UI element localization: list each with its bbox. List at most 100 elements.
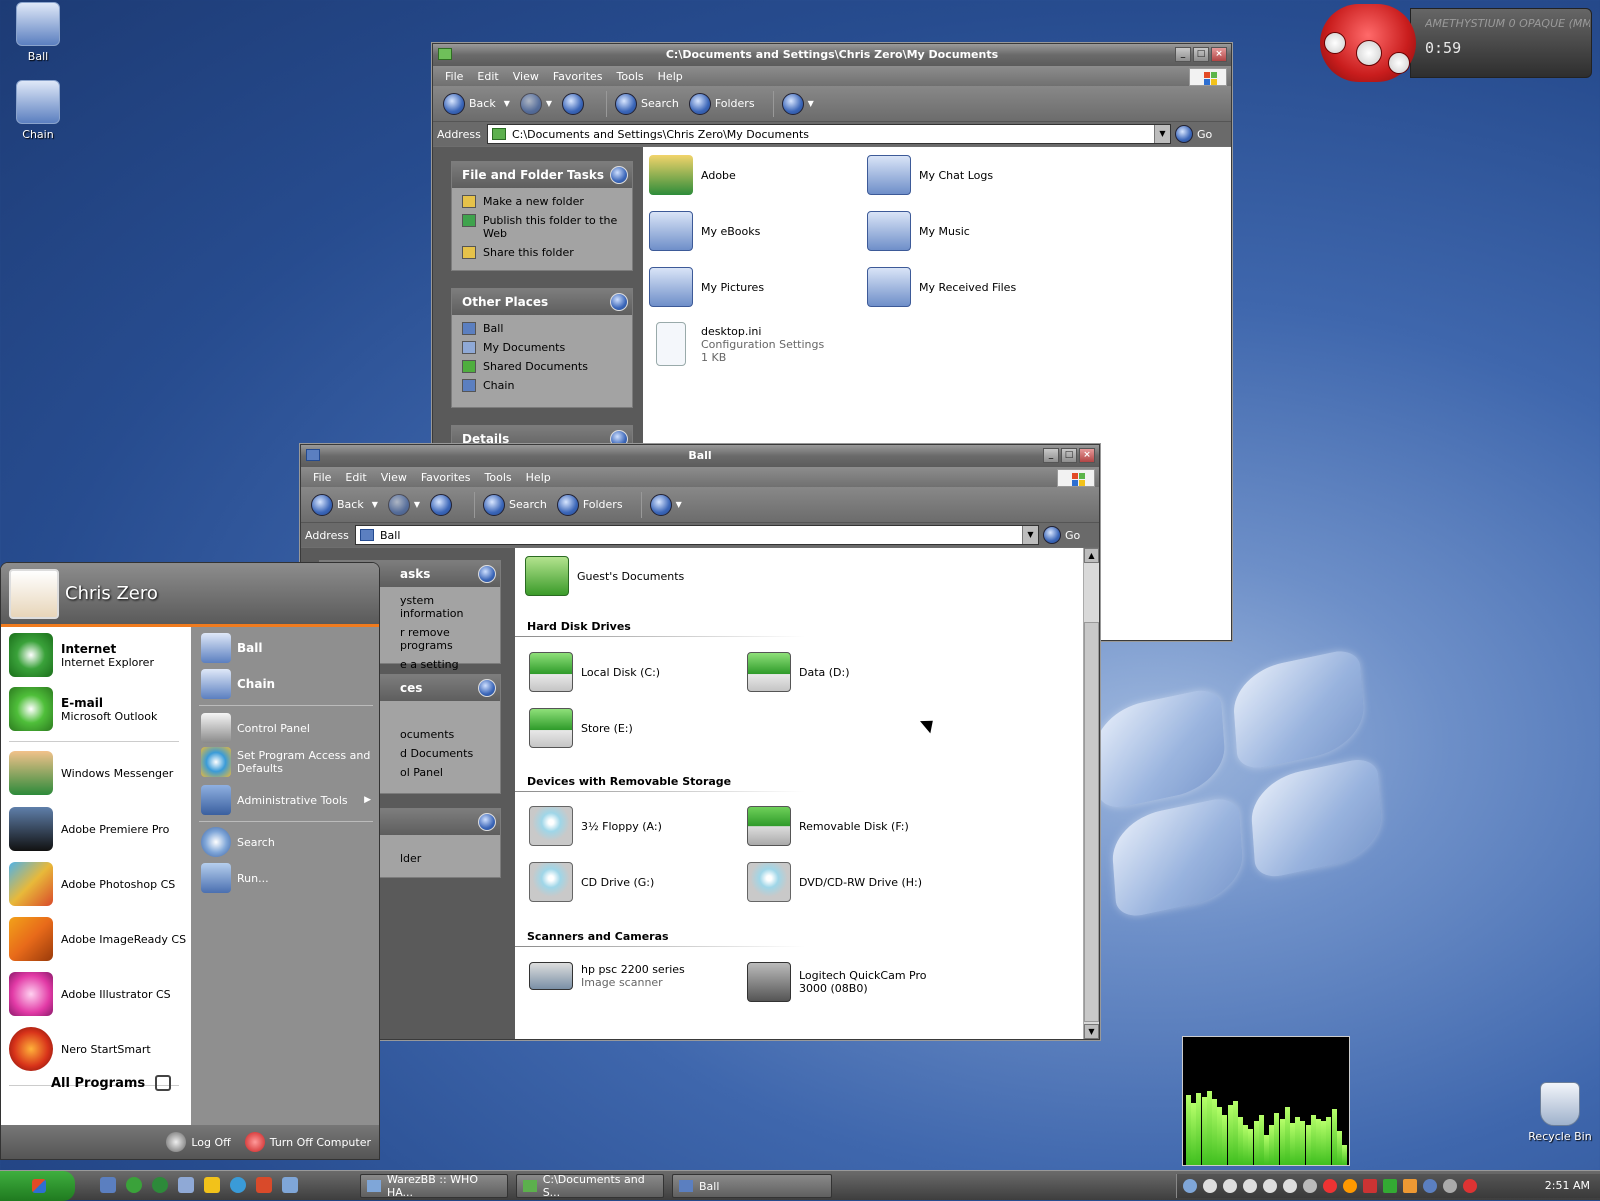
chevron-down-icon[interactable]: ▼ <box>414 500 420 509</box>
chevron-down-icon[interactable]: ▼ <box>1022 526 1038 544</box>
collapse-icon[interactable] <box>478 679 496 697</box>
search-button[interactable]: Search <box>615 92 679 115</box>
menu-view[interactable]: View <box>381 471 407 484</box>
place-chain[interactable]: Chain <box>452 376 632 395</box>
menu-tools[interactable]: Tools <box>485 471 512 484</box>
folders-button[interactable]: Folders <box>688 92 755 115</box>
list-item[interactable]: CD Drive (G:) <box>529 862 654 902</box>
player-tray-icon[interactable] <box>1183 1179 1197 1193</box>
log-off-button[interactable]: Log Off <box>166 1132 231 1152</box>
app-icon[interactable] <box>282 1177 298 1193</box>
place-ball[interactable]: Ball <box>452 319 632 338</box>
tray-app-icon[interactable] <box>1323 1179 1337 1193</box>
list-item[interactable]: Data (D:) <box>747 652 850 692</box>
media-player[interactable]: AMETHYSTIUM 0 OPAQUE (MMS) 0:59 <box>1320 4 1592 82</box>
folders-button[interactable]: Folders <box>556 493 623 516</box>
menu-favorites[interactable]: Favorites <box>421 471 471 484</box>
back-button[interactable]: Back ▼ <box>443 92 510 115</box>
media-icon[interactable] <box>230 1177 246 1193</box>
list-item[interactable]: hp psc 2200 series Image scanner <box>529 962 685 990</box>
list-item[interactable]: desktop.ini Configuration Settings 1 KB <box>649 322 824 366</box>
start-item-internet[interactable]: Internet Internet Explorer <box>9 633 154 677</box>
tray-app-icon[interactable] <box>1463 1179 1477 1193</box>
tray-app-icon[interactable] <box>1343 1179 1357 1193</box>
previous-icon[interactable] <box>1243 1179 1257 1193</box>
menu-help[interactable]: Help <box>526 471 551 484</box>
start-button[interactable] <box>0 1171 75 1201</box>
up-button[interactable] <box>562 92 588 115</box>
list-item[interactable]: My Received Files <box>867 267 1016 307</box>
menu-tools[interactable]: Tools <box>617 70 644 83</box>
list-item[interactable]: Guest's Documents <box>525 556 684 596</box>
vertical-scrollbar[interactable]: ▲ ▼ <box>1083 548 1099 1039</box>
maximize-button[interactable]: □ <box>1061 448 1077 463</box>
task-button-browser[interactable]: WarezBB :: WHO HA... <box>360 1173 508 1199</box>
messenger-icon[interactable] <box>152 1177 168 1193</box>
start-item-email[interactable]: E-mail Microsoft Outlook <box>9 687 157 731</box>
tray-app-icon[interactable] <box>1443 1179 1457 1193</box>
internet-explorer-icon[interactable] <box>126 1177 142 1193</box>
task-publish-folder[interactable]: Publish this folder to the Web <box>452 211 632 243</box>
title-bar[interactable]: Ball _ □ × <box>301 445 1099 467</box>
chevron-down-icon[interactable]: ▼ <box>372 500 378 509</box>
title-bar[interactable]: C:\Documents and Settings\Chris Zero\My … <box>433 44 1231 66</box>
list-item[interactable]: My eBooks <box>649 211 760 251</box>
list-item[interactable]: 3½ Floppy (A:) <box>529 806 662 846</box>
go-button[interactable]: Go <box>1043 526 1095 544</box>
forward-button[interactable]: ▼ <box>387 493 420 516</box>
desktop-icon-ball[interactable]: Ball <box>0 2 76 63</box>
next-icon[interactable] <box>1263 1179 1277 1193</box>
start-place-search[interactable]: Search <box>201 827 275 857</box>
views-button[interactable]: ▼ <box>649 493 682 516</box>
start-item-photoshop[interactable]: Adobe Photoshop CS <box>9 862 175 906</box>
task-share-folder[interactable]: Share this folder <box>452 243 632 262</box>
task-button-my-documents[interactable]: C:\Documents and S... <box>516 1173 664 1199</box>
start-place-ball[interactable]: Ball <box>201 633 262 663</box>
menu-edit[interactable]: Edit <box>477 70 498 83</box>
menu-view[interactable]: View <box>513 70 539 83</box>
minimize-button[interactable]: _ <box>1043 448 1059 463</box>
start-item-illustrator[interactable]: Adobe Illustrator CS <box>9 972 171 1016</box>
chevron-left-icon[interactable] <box>1303 1179 1317 1193</box>
panel-title[interactable]: Other Places <box>452 289 632 315</box>
start-item-nero[interactable]: Nero StartSmart <box>9 1027 151 1071</box>
up-button[interactable] <box>430 493 456 516</box>
start-item-messenger[interactable]: Windows Messenger <box>9 751 173 795</box>
volume-icon[interactable] <box>1283 1179 1297 1193</box>
play-icon[interactable] <box>1203 1179 1217 1193</box>
app-icon[interactable] <box>256 1177 272 1193</box>
list-item[interactable]: Adobe <box>649 155 736 195</box>
rewind-button[interactable] <box>1324 32 1346 54</box>
start-place-admin-tools[interactable]: Administrative Tools ▶ <box>201 785 371 815</box>
folder-icon[interactable] <box>204 1177 220 1193</box>
panel-title[interactable]: File and Folder Tasks <box>452 162 632 188</box>
start-item-imageready[interactable]: Adobe ImageReady CS <box>9 917 186 961</box>
list-item[interactable]: Removable Disk (F:) <box>747 806 909 846</box>
close-button[interactable]: × <box>1079 448 1095 463</box>
chevron-down-icon[interactable]: ▼ <box>546 99 552 108</box>
tray-app-icon[interactable] <box>1383 1179 1397 1193</box>
chevron-down-icon[interactable]: ▼ <box>504 99 510 108</box>
stop-icon[interactable] <box>1223 1179 1237 1193</box>
pause-button[interactable] <box>1356 40 1382 66</box>
place-shared-documents[interactable]: Shared Documents <box>452 357 632 376</box>
menu-edit[interactable]: Edit <box>345 471 366 484</box>
zonealarm-icon[interactable] <box>1403 1179 1417 1193</box>
address-field[interactable]: C:\Documents and Settings\Chris Zero\My … <box>487 124 1171 144</box>
collapse-icon[interactable] <box>478 565 496 583</box>
list-item[interactable]: Local Disk (C:) <box>529 652 660 692</box>
tray-app-icon[interactable] <box>1363 1179 1377 1193</box>
network-icon[interactable] <box>1423 1179 1437 1193</box>
window-ball[interactable]: Ball _ □ × File Edit View Favorites Tools … <box>300 444 1100 1040</box>
scroll-up-icon[interactable]: ▲ <box>1084 548 1099 563</box>
my-computer-icon[interactable] <box>178 1177 194 1193</box>
menu-file[interactable]: File <box>313 471 331 484</box>
turn-off-button[interactable]: Turn Off Computer <box>244 1132 371 1152</box>
go-button[interactable]: Go <box>1175 125 1227 143</box>
scroll-thumb[interactable] <box>1084 622 1099 1022</box>
clock[interactable]: 2:51 AM <box>1545 1179 1590 1192</box>
scroll-down-icon[interactable]: ▼ <box>1084 1024 1099 1039</box>
minimize-button[interactable]: _ <box>1175 47 1191 62</box>
desktop-icon-chain[interactable]: Chain <box>0 80 76 141</box>
chevron-down-icon[interactable]: ▼ <box>1154 125 1170 143</box>
